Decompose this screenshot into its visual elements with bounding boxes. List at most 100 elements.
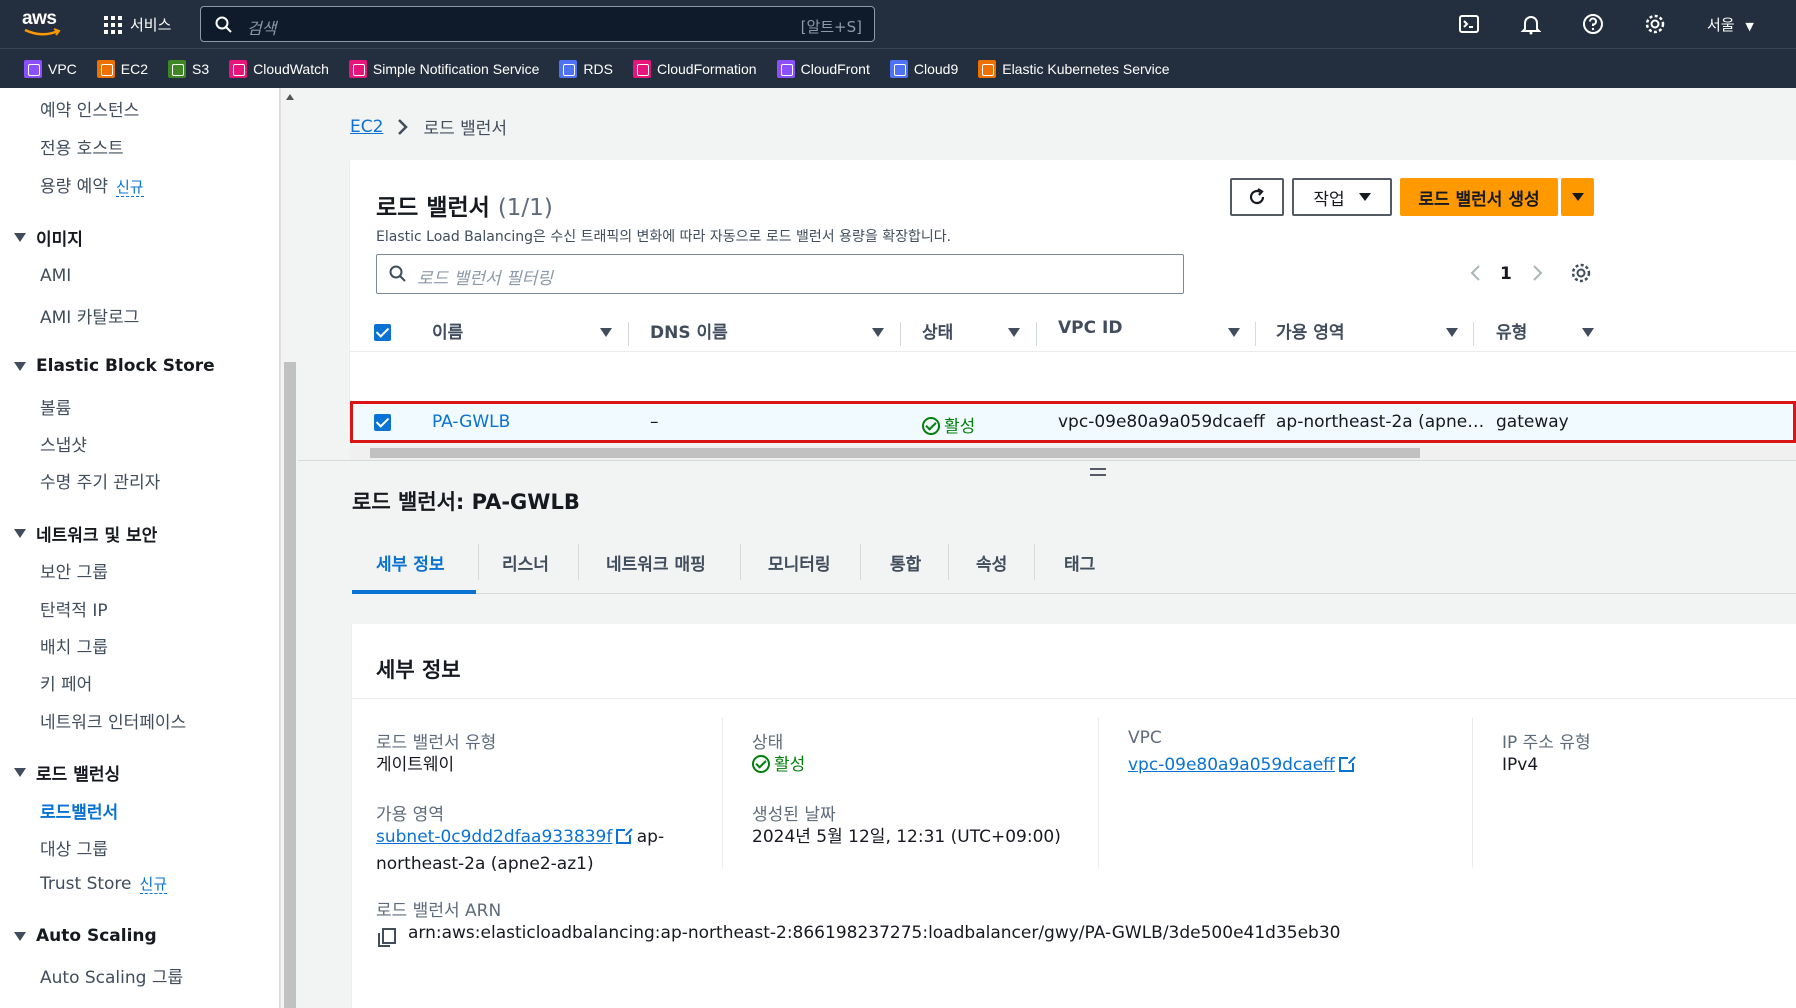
refresh-button[interactable] — [1230, 178, 1284, 216]
column-header-state[interactable]: 상태 — [922, 318, 953, 343]
sidebar-item-key-pairs[interactable]: 키 페어 — [40, 670, 92, 695]
service-icon — [776, 59, 795, 78]
lb-type-value: 게이트웨이 — [376, 755, 455, 775]
sidebar-item-volumes[interactable]: 볼륨 — [40, 394, 71, 419]
scrollbar-thumb[interactable] — [370, 448, 1420, 458]
sort-caret-icon[interactable] — [872, 328, 884, 337]
breadcrumb-ec2-link[interactable]: EC2 — [350, 117, 383, 137]
column-header-type[interactable]: 유형 — [1496, 318, 1527, 343]
region-selector[interactable]: 서울 ▼ — [1707, 14, 1754, 35]
tab-integrations[interactable]: 통합 — [890, 550, 921, 575]
sidebar-section-auto-scaling[interactable]: Auto Scaling — [14, 926, 157, 946]
sidebar-item-reserved-instances[interactable]: 예약 인스턴스 — [40, 96, 139, 121]
cloudshell-icon[interactable] — [1458, 13, 1480, 35]
sidebar-section-ebs[interactable]: Elastic Block Store — [14, 356, 215, 376]
sidebar-item-snapshots[interactable]: 스냅샷 — [40, 431, 87, 456]
bell-icon[interactable] — [1520, 13, 1542, 35]
tab-monitoring[interactable]: 모니터링 — [768, 550, 831, 575]
sidebar-section-load-balancing[interactable]: 로드 밸런싱 — [14, 760, 120, 785]
success-check-icon — [922, 417, 940, 435]
sidebar-item-load-balancers[interactable]: 로드밸런서 — [40, 798, 118, 823]
sidebar-item-ami[interactable]: AMI — [40, 266, 71, 286]
favorite-cloudformation[interactable]: CloudFormation — [632, 59, 757, 78]
load-balancer-filter-input[interactable]: 로드 밸런서 필터링 — [376, 254, 1184, 294]
sidebar-section-images[interactable]: 이미지 — [14, 225, 83, 250]
aws-logo[interactable]: aws — [22, 8, 62, 40]
sidebar-item-ami-catalog[interactable]: AMI 카탈로그 — [40, 303, 139, 328]
column-divider[interactable] — [1036, 322, 1037, 346]
scrollbar-thumb[interactable] — [284, 362, 296, 1008]
help-icon[interactable] — [1582, 13, 1604, 35]
column-divider[interactable] — [1255, 322, 1256, 346]
favorite-cloudfront[interactable]: CloudFront — [776, 59, 870, 78]
sidebar-item-trust-stores[interactable]: Trust Store 신규 — [40, 873, 168, 894]
sort-caret-icon[interactable] — [1008, 328, 1020, 337]
favorite-cloud9[interactable]: Cloud9 — [889, 59, 958, 78]
favorite-simple-notification-service[interactable]: Simple Notification Service — [348, 59, 539, 78]
new-badge: 신규 — [115, 178, 144, 197]
sidebar-item-network-interfaces[interactable]: 네트워크 인터페이스 — [40, 708, 186, 733]
services-menu-button[interactable]: 서비스 — [104, 14, 171, 35]
favorite-elastic-kubernetes-service[interactable]: Elastic Kubernetes Service — [978, 59, 1170, 78]
table-settings-gear-icon[interactable] — [1570, 262, 1592, 284]
sidebar-item-lifecycle-manager[interactable]: 수명 주기 관리자 — [40, 468, 160, 493]
table-horizontal-scrollbar[interactable] — [350, 446, 1796, 460]
column-divider[interactable] — [900, 322, 901, 346]
actions-button[interactable]: 작업 — [1292, 178, 1392, 216]
tab-listeners[interactable]: 리스너 — [502, 550, 549, 575]
tab-network-mapping[interactable]: 네트워크 매핑 — [606, 550, 706, 575]
subnet-link[interactable]: subnet-0c9dd2dfaa933839f — [376, 827, 612, 847]
ip-type-label: IP 주소 유형 — [1502, 733, 1591, 753]
column-divider[interactable] — [628, 322, 629, 346]
column-divider[interactable] — [1473, 322, 1474, 346]
service-icon — [978, 59, 997, 78]
next-page-icon[interactable] — [1532, 264, 1544, 282]
sidebar-item-target-groups[interactable]: 대상 그룹 — [40, 835, 108, 860]
column-header-name[interactable]: 이름 — [432, 318, 463, 343]
lb-name-link[interactable]: PA-GWLB — [432, 412, 510, 432]
sort-caret-icon[interactable] — [600, 328, 612, 337]
vpc-link[interactable]: vpc-09e80a9a059dcaeff — [1128, 755, 1335, 775]
column-header-vpc-id[interactable]: VPC ID — [1058, 318, 1122, 338]
tab-tags[interactable]: 태그 — [1064, 550, 1095, 575]
favorite-s3[interactable]: S3 — [168, 59, 210, 78]
sidebar-item-elastic-ips[interactable]: 탄력적 IP — [40, 596, 108, 621]
favorite-vpc[interactable]: VPC — [24, 59, 77, 78]
sidebar-item-placement-groups[interactable]: 배치 그룹 — [40, 633, 108, 658]
column-header-az[interactable]: 가용 영역 — [1276, 318, 1344, 343]
favorite-label: S3 — [192, 60, 210, 77]
sidebar-scrollbar[interactable] — [280, 88, 298, 1008]
copy-icon[interactable] — [378, 928, 396, 947]
favorite-cloudwatch[interactable]: CloudWatch — [229, 59, 329, 78]
global-search-input[interactable]: 검색 [알트+S] — [200, 6, 875, 42]
sort-caret-icon[interactable] — [1582, 328, 1594, 337]
external-link-icon[interactable] — [616, 827, 634, 844]
favorite-ec2[interactable]: EC2 — [96, 59, 148, 78]
table-row[interactable]: PA-GWLB – 활성 vpc-09e80a9a059dcaeff ap-no… — [350, 401, 1796, 443]
page-number[interactable]: 1 — [1500, 264, 1512, 284]
external-link-icon[interactable] — [1338, 755, 1356, 772]
favorite-rds[interactable]: RDS — [559, 59, 613, 78]
sidebar-item-auto-scaling-groups[interactable]: Auto Scaling 그룹 — [40, 963, 183, 988]
column-header-dns[interactable]: DNS 이름 — [650, 318, 728, 343]
select-all-checkbox[interactable] — [374, 324, 391, 341]
gear-icon[interactable] — [1644, 13, 1666, 35]
tab-attributes[interactable]: 속성 — [976, 550, 1007, 575]
sidebar-section-network-security[interactable]: 네트워크 및 보안 — [14, 521, 157, 546]
lb-dns-cell: – — [650, 412, 659, 432]
scroll-up-arrow-icon[interactable] — [286, 94, 294, 100]
previous-page-icon[interactable] — [1470, 264, 1482, 282]
chevron-down-icon: ▼ — [1745, 20, 1754, 33]
row-checkbox[interactable] — [374, 414, 391, 431]
sort-caret-icon[interactable] — [1446, 328, 1458, 337]
sidebar-item-security-groups[interactable]: 보안 그룹 — [40, 558, 108, 583]
resize-handle[interactable] — [1090, 468, 1106, 476]
sort-caret-icon[interactable] — [1228, 328, 1240, 337]
sidebar-item-capacity-reservations[interactable]: 용량 예약 신규 — [40, 172, 144, 197]
create-dropdown-button[interactable] — [1561, 178, 1594, 216]
tab-details[interactable]: 세부 정보 — [376, 550, 444, 575]
create-load-balancer-button[interactable]: 로드 밸런서 생성 — [1400, 178, 1558, 216]
sidebar: 예약 인스턴스 전용 호스트 용량 예약 신규 이미지 AMI AMI 카탈로그 … — [0, 88, 280, 1008]
az-suffix-line2: northeast-2a (apne2-az1) — [376, 854, 594, 874]
sidebar-item-dedicated-hosts[interactable]: 전용 호스트 — [40, 134, 124, 159]
